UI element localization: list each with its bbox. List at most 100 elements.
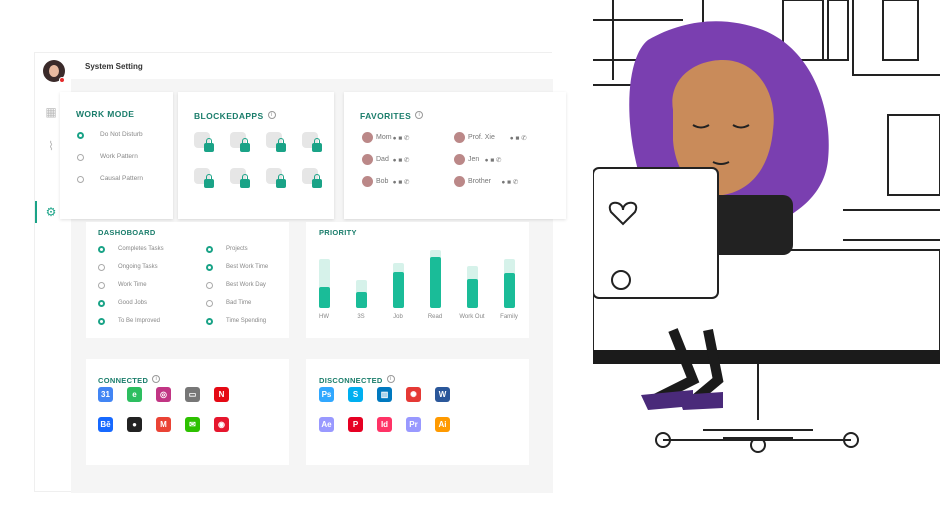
priority-label: Read [427,314,443,320]
lock-icon [240,138,250,152]
work-mode-radio[interactable] [77,154,84,161]
info-icon[interactable]: i [386,374,395,383]
dashboard-label: Work Time [118,282,147,288]
lock-icon [312,174,322,188]
dashboard-label: Time Spending [226,318,267,324]
blocked-apps-card: BLOCKEDAPPS i [178,92,334,219]
google-calendar-icon[interactable]: 31 [98,387,113,402]
dashboard-radio[interactable] [206,282,213,289]
work-mode-title: WORK MODE [76,109,135,119]
contact-actions-icon[interactable]: ● ■ ✆ [393,134,410,142]
premiere-icon[interactable]: Pr [406,417,421,432]
dashboard-radio[interactable] [206,300,213,307]
chart-icon[interactable]: ⌇ [44,139,58,153]
dashboard-radio[interactable] [98,246,105,253]
contact-name: Bob [376,178,389,185]
netflix-icon[interactable]: N [214,387,229,402]
contact-avatar[interactable] [362,154,373,165]
dashboard-label: Ongoing Tasks [118,264,158,270]
contact-avatar[interactable] [454,132,465,143]
priority-bar [430,257,441,308]
contact-name: Mom [376,134,392,141]
lock-icon [312,138,322,152]
pinterest-icon[interactable]: P [348,417,363,432]
priority-bar [356,292,367,308]
dashboard-label: Completes Tasks [118,246,164,252]
instagram-icon[interactable]: ◎ [156,387,171,402]
tv-icon[interactable]: ▭ [185,387,200,402]
dashboard-radio[interactable] [206,318,213,325]
work-mode-card: WORK MODE Do Not Disturb Work Pattern Caus… [60,92,173,219]
woman-at-laptop-illustration [593,0,940,453]
gear-icon[interactable]: ⚙ [44,205,58,219]
disconnected-title: DISCONNECTED [319,376,383,385]
dashboard-radio[interactable] [98,264,105,271]
word-icon[interactable]: W [435,387,450,402]
dashboard-radio[interactable] [98,282,105,289]
dashboard-title: DASHOBOARD [98,228,156,237]
contact-name: Dad [376,156,389,163]
dashboard-radio[interactable] [206,264,213,271]
favorites-card: FAVORITES i Mom ● ■ ✆ Prof. Xie ● ■ ✆ Dad ● ■ … [344,92,566,219]
evernote-icon[interactable]: e [127,387,142,402]
active-indicator [35,201,37,223]
priority-title: PRIORITY [319,228,357,237]
dashboard-radio[interactable] [206,246,213,253]
priority-bar [467,279,478,308]
dashboard-radio[interactable] [98,300,105,307]
contact-actions-icon[interactable]: ● ■ ✆ [393,178,410,186]
contact-avatar[interactable] [454,154,465,165]
behance-icon[interactable]: Bē [98,417,113,432]
after-effects-icon[interactable]: Ae [319,417,334,432]
work-mode-label: Do Not Disturb [100,131,143,138]
status-dot [59,77,65,83]
office-illustration [593,0,940,522]
aperture-icon[interactable]: ✺ [406,387,421,402]
dashboard-label: Best Work Time [226,264,269,270]
connected-title: CONNECTED [98,376,149,385]
contact-avatar[interactable] [362,132,373,143]
blocked-apps-title: BLOCKEDAPPS [194,111,264,121]
dashboard-label: Good Jobs [118,300,148,306]
contact-name: Prof. Xie [468,134,495,141]
info-icon[interactable]: i [415,110,424,119]
skype-icon[interactable]: S [348,387,363,402]
contact-name: Brother [468,178,491,185]
priority-label: 3S [357,314,365,320]
work-mode-radio[interactable] [77,176,84,183]
favorites-title: FAVORITES [360,111,412,121]
grid-icon[interactable]: ▦ [44,105,58,119]
trello-icon[interactable]: ▥ [377,387,392,402]
page-title: System Setting [85,62,143,71]
priority-label: Job [393,314,403,320]
priority-bar [504,273,515,308]
contact-actions-icon[interactable]: ● ■ ✆ [501,178,518,186]
dashboard-label: Bad Time [226,300,252,306]
info-icon[interactable]: i [267,110,276,119]
contact-name: Jen [468,156,480,163]
contact-actions-icon[interactable]: ● ■ ✆ [510,134,527,142]
dashboard-label: To Be Improved [118,318,161,324]
illustrator-icon[interactable]: Ai [435,417,450,432]
indesign-icon[interactable]: Id [377,417,392,432]
work-mode-radio[interactable] [77,132,84,139]
lock-icon [276,138,286,152]
priority-bar [393,272,404,308]
dashboard-radio[interactable] [98,318,105,325]
info-icon[interactable]: i [152,374,161,383]
contact-actions-icon[interactable]: ● ■ ✆ [485,156,502,164]
work-mode-label: Causal Pattern [100,175,143,182]
lock-icon [204,174,214,188]
dashboard-label: Best Work Day [226,282,266,288]
weibo-icon[interactable]: ◉ [214,417,229,432]
contact-avatar[interactable] [362,176,373,187]
contact-avatar[interactable] [454,176,465,187]
contact-actions-icon[interactable]: ● ■ ✆ [393,156,410,164]
dashboard-label: Projects [226,246,248,252]
top-bar: System Setting [35,53,553,83]
github-icon[interactable]: ● [127,417,142,432]
gmail-icon[interactable]: M [156,417,171,432]
photoshop-icon[interactable]: Ps [319,387,334,402]
priority-label: Work Out [459,314,485,320]
wechat-icon[interactable]: ✉ [185,417,200,432]
